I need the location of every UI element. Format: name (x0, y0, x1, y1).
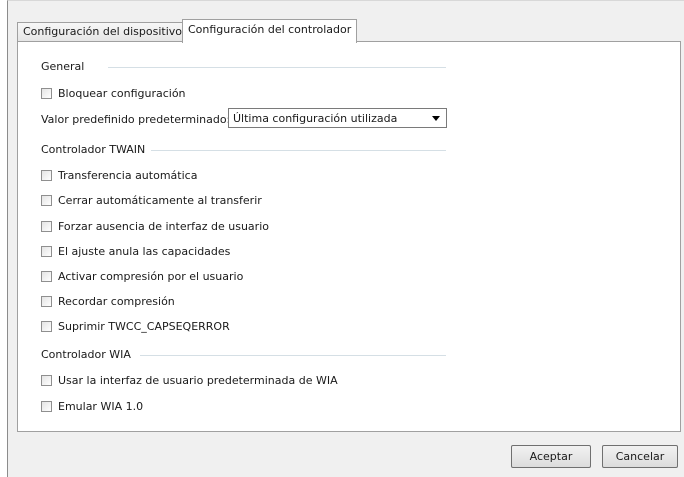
checkbox-label: Emular WIA 1.0 (58, 399, 144, 413)
lock-settings-checkbox[interactable] (41, 87, 52, 99)
wia-emulate-10-checkbox[interactable] (41, 400, 52, 412)
twain-force-no-ui-checkbox[interactable] (41, 220, 52, 232)
group-title-general: General (41, 60, 91, 74)
checkbox-label: Transferencia automática (58, 168, 198, 182)
wia-checkbox-row[interactable]: Usar la interfaz de usuario predetermina… (41, 373, 338, 387)
group-title-twain: Controlador TWAIN (41, 143, 152, 157)
group-separator (148, 150, 446, 151)
twain-checkbox-row[interactable]: Cerrar automáticamente al transferir (41, 193, 262, 207)
twain-checkbox-row[interactable]: El ajuste anula las capacidades (41, 244, 230, 258)
twain-remember-compression-checkbox[interactable] (41, 295, 52, 307)
group-title-wia: Controlador WIA (41, 348, 137, 362)
group-separator (140, 355, 446, 356)
checkbox-label: Suprimir TWCC_CAPSEQERROR (58, 319, 230, 333)
twain-checkbox-row[interactable]: Forzar ausencia de interfaz de usuario (41, 219, 269, 233)
twain-checkbox-row[interactable]: Activar compresión por el usuario (41, 269, 243, 283)
accept-button[interactable]: Aceptar (511, 445, 591, 468)
twain-suppress-capseqerror-checkbox[interactable] (41, 320, 52, 332)
twain-checkbox-row[interactable]: Suprimir TWCC_CAPSEQERROR (41, 319, 230, 333)
wia-default-ui-checkbox[interactable] (41, 374, 52, 386)
lock-settings-checkbox-row[interactable]: Bloquear configuración (41, 86, 186, 100)
checkbox-label: El ajuste anula las capacidades (58, 244, 231, 258)
default-value-label: Valor predefinido predeterminado: (41, 113, 231, 126)
checkbox-label: Cerrar automáticamente al transferir (58, 193, 262, 207)
tab-panel: General Bloquear configuración Valor pre… (17, 41, 681, 432)
default-value-select[interactable]: Última configuración utilizada (228, 108, 447, 128)
twain-override-capabilities-checkbox[interactable] (41, 245, 52, 257)
default-value-selected: Última configuración utilizada (233, 111, 398, 125)
twain-checkbox-row[interactable]: Transferencia automática (41, 168, 197, 182)
tab-driver-settings[interactable]: Configuración del controlador (182, 19, 358, 43)
twain-checkbox-row[interactable]: Recordar compresión (41, 294, 175, 308)
chevron-down-icon[interactable] (432, 116, 440, 121)
group-separator (108, 67, 446, 68)
twain-user-compression-checkbox[interactable] (41, 270, 52, 282)
lock-settings-label: Bloquear configuración (58, 86, 186, 100)
checkbox-label: Activar compresión por el usuario (58, 269, 244, 283)
twain-auto-transfer-checkbox[interactable] (41, 169, 52, 181)
checkbox-label: Usar la interfaz de usuario predetermina… (58, 373, 338, 387)
checkbox-label: Recordar compresión (58, 294, 175, 308)
cancel-button[interactable]: Cancelar (602, 445, 678, 468)
twain-auto-close-checkbox[interactable] (41, 194, 52, 206)
checkbox-label: Forzar ausencia de interfaz de usuario (58, 219, 269, 233)
tab-device-settings[interactable]: Configuración del dispositivo (17, 22, 189, 41)
wia-checkbox-row[interactable]: Emular WIA 1.0 (41, 399, 143, 413)
